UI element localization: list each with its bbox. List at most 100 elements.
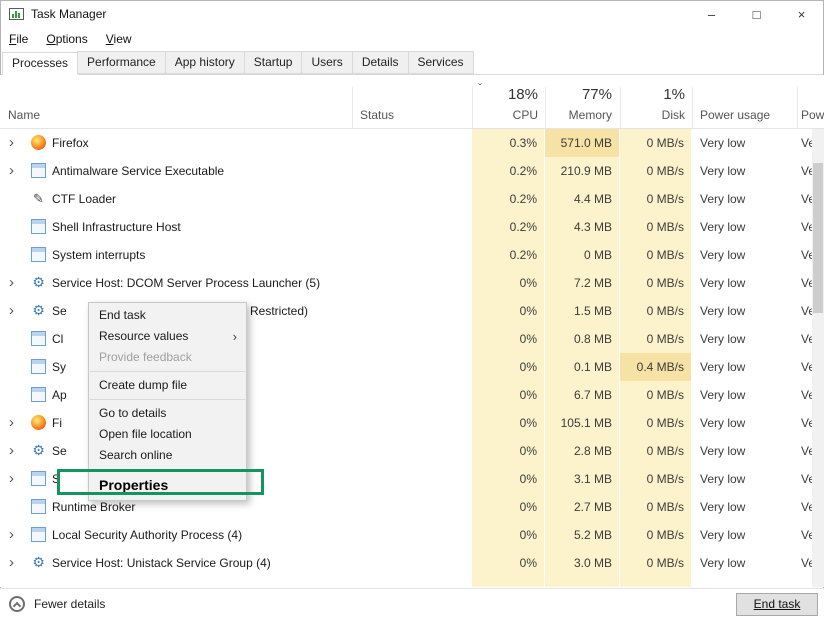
minimize-button[interactable]: –: [689, 0, 734, 28]
power-usage-cell: Very low: [692, 129, 792, 157]
process-name: Service Host: Unistack Service Group (4): [52, 549, 271, 577]
tab-app-history[interactable]: App history: [165, 51, 245, 74]
expand-chevron-icon[interactable]: [9, 465, 21, 493]
process-name: Ap: [52, 381, 67, 409]
power-trend-cell: Ve: [797, 129, 813, 157]
process-row[interactable]: CTF Loader0.2%4.4 MB0 MB/sVery lowVe: [0, 185, 824, 213]
scrollbar-thumb[interactable]: [813, 163, 823, 313]
column-header-disk[interactable]: Disk: [620, 108, 685, 122]
collapse-details-icon[interactable]: [9, 596, 25, 612]
power-usage-cell: Very low: [692, 437, 792, 465]
title-bar: Task Manager – □ ×: [0, 0, 824, 28]
process-row[interactable]: Service Host: Unistack Service Group (4)…: [0, 549, 824, 577]
app-icon: [31, 247, 46, 262]
menu-view[interactable]: View: [106, 32, 132, 46]
maximize-button[interactable]: □: [734, 0, 779, 28]
power-usage-cell: Very low: [692, 297, 792, 325]
cpu-cell: 0.2%: [472, 185, 544, 213]
cpu-cell: 0.3%: [472, 129, 544, 157]
power-usage-cell: Very low: [692, 185, 792, 213]
process-row[interactable]: Antimalware Service Executable0.2%210.9 …: [0, 157, 824, 185]
menu-item-open-file-location[interactable]: Open file location: [89, 424, 246, 445]
disk-cell: 0 MB/s: [620, 493, 691, 521]
process-row[interactable]: Service Host: DCOM Server Process Launch…: [0, 269, 824, 297]
disk-cell: 0 MB/s: [620, 437, 691, 465]
column-header-name[interactable]: Name: [8, 108, 40, 122]
tab-startup[interactable]: Startup: [244, 51, 303, 74]
disk-cell: 0 MB/s: [620, 325, 691, 353]
memory-cell: 2.8 MB: [545, 437, 619, 465]
process-name: Firefox: [52, 129, 89, 157]
cpu-cell: 0%: [472, 493, 544, 521]
process-row[interactable]: System interrupts0.2%0 MB0 MB/sVery lowV…: [0, 241, 824, 269]
process-row[interactable]: Firefox0.3%571.0 MB0 MB/sVery lowVe: [0, 129, 824, 157]
disk-cell: 0 MB/s: [620, 521, 691, 549]
disk-cell: 0 MB/s: [620, 241, 691, 269]
tab-details[interactable]: Details: [352, 51, 409, 74]
column-header-power-usage[interactable]: Power usage: [700, 108, 770, 122]
cpu-cell: 0%: [472, 381, 544, 409]
end-task-button[interactable]: End task: [736, 593, 818, 616]
power-trend-cell: Ve: [797, 157, 813, 185]
expand-chevron-icon[interactable]: [9, 549, 21, 577]
memory-total-percent: 77%: [545, 86, 612, 103]
process-row[interactable]: Shell Infrastructure Host0.2%4.3 MB0 MB/…: [0, 213, 824, 241]
menu-separator: [90, 399, 245, 400]
menu-item-search-online[interactable]: Search online: [89, 445, 246, 466]
cpu-cell: 0%: [472, 353, 544, 381]
column-header-memory[interactable]: Memory: [545, 108, 612, 122]
expand-chevron-icon[interactable]: [9, 269, 21, 297]
expand-chevron-icon[interactable]: [9, 521, 21, 549]
process-name: Cl: [52, 325, 63, 353]
column-header-status[interactable]: Status: [360, 108, 394, 122]
column-header-cpu[interactable]: CPU: [472, 108, 538, 122]
disk-cell: 0 MB/s: [620, 213, 691, 241]
process-name: Fi: [52, 409, 62, 437]
tab-services[interactable]: Services: [408, 51, 474, 74]
power-trend-cell: Ve: [797, 325, 813, 353]
process-name: Service Host: DCOM Server Process Launch…: [52, 269, 320, 297]
disk-cell: 0 MB/s: [620, 381, 691, 409]
app-icon: [31, 219, 46, 234]
tab-users[interactable]: Users: [301, 51, 352, 74]
power-usage-cell: Very low: [692, 269, 792, 297]
annotation-box: [57, 469, 264, 495]
tab-performance[interactable]: Performance: [77, 51, 166, 74]
menu-item-go-to-details[interactable]: Go to details: [89, 403, 246, 424]
end-task-button-label: End task: [754, 597, 801, 611]
menu-item-provide-feedback: Provide feedback: [89, 347, 246, 368]
memory-cell: 3.0 MB: [545, 549, 619, 577]
task-manager-window: Task Manager – □ × File Options View Proce…: [0, 0, 824, 619]
tab-processes[interactable]: Processes: [2, 52, 78, 75]
process-name: Shell Infrastructure Host: [52, 213, 181, 241]
column-divider: [352, 87, 353, 128]
app-icon: [31, 163, 46, 178]
menu-file[interactable]: File: [9, 32, 28, 46]
window-controls: – □ ×: [689, 0, 824, 28]
process-name: Se: [52, 437, 67, 465]
memory-cell: 0.1 MB: [545, 353, 619, 381]
column-header-power-trend[interactable]: Pow: [801, 108, 824, 122]
power-trend-cell: Ve: [797, 269, 813, 297]
cpu-cell: 0%: [472, 549, 544, 577]
expand-chevron-icon[interactable]: [9, 297, 21, 325]
expand-chevron-icon[interactable]: [9, 129, 21, 157]
menu-options[interactable]: Options: [46, 32, 87, 46]
fewer-details-toggle[interactable]: Fewer details: [34, 589, 105, 619]
menu-item-end-task[interactable]: End task: [89, 305, 246, 326]
expand-chevron-icon[interactable]: [9, 157, 21, 185]
vertical-scrollbar[interactable]: [812, 129, 824, 587]
menu-item-resource-values[interactable]: Resource values: [89, 326, 246, 347]
app-icon: [31, 387, 46, 402]
power-trend-cell: Ve: [797, 381, 813, 409]
memory-cell: 210.9 MB: [545, 157, 619, 185]
process-row[interactable]: Local Security Authority Process (4)0%5.…: [0, 521, 824, 549]
power-usage-cell: Very low: [692, 241, 792, 269]
menu-item-create-dump-file[interactable]: Create dump file: [89, 375, 246, 396]
expand-chevron-icon[interactable]: [9, 437, 21, 465]
column-divider: [797, 87, 798, 128]
power-usage-cell: Very low: [692, 465, 792, 493]
expand-chevron-icon[interactable]: [9, 409, 21, 437]
close-button[interactable]: ×: [779, 0, 824, 28]
power-trend-cell: Ve: [797, 297, 813, 325]
